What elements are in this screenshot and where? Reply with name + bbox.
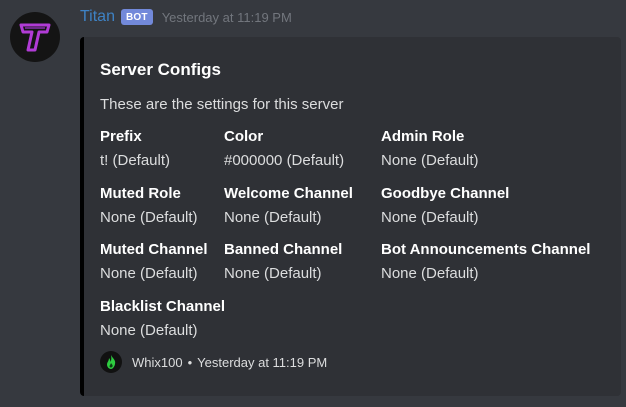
field-name: Bot Announcements Channel <box>381 241 591 258</box>
field-value: t! (Default) <box>100 152 171 169</box>
field-name: Admin Role <box>381 128 465 145</box>
field-bot-announcements-channel: Bot Announcements Channel None (Default) <box>381 239 590 285</box>
field-name: Prefix <box>100 128 142 145</box>
field-muted-channel: Muted Channel None (Default) <box>100 239 208 285</box>
footer-author: Whix100 <box>132 354 183 370</box>
message-timestamp[interactable]: Yesterday at 11:19 PM <box>162 10 292 25</box>
field-value: None (Default) <box>381 265 479 282</box>
footer-separator: • <box>187 354 193 370</box>
embed-description: These are the settings for this server <box>100 96 344 113</box>
titan-logo-icon <box>19 23 51 52</box>
field-name: Muted Channel <box>100 241 208 258</box>
field-value: None (Default) <box>381 152 479 169</box>
field-name: Color <box>224 128 264 145</box>
field-value: None (Default) <box>224 265 322 282</box>
field-value: None (Default) <box>100 209 198 226</box>
field-muted-role: Muted Role None (Default) <box>100 183 198 229</box>
field-goodbye-channel: Goodbye Channel None (Default) <box>381 183 509 229</box>
field-value: #000000 (Default) <box>224 152 345 169</box>
field-name: Muted Role <box>100 185 181 202</box>
author-name[interactable]: Titan <box>80 8 115 26</box>
field-value: None (Default) <box>100 265 198 282</box>
bot-avatar[interactable] <box>10 12 60 62</box>
field-name: Welcome Channel <box>224 185 353 202</box>
field-name: Banned Channel <box>224 241 343 258</box>
field-welcome-channel: Welcome Channel None (Default) <box>224 183 353 229</box>
green-flame-icon <box>107 355 116 369</box>
field-blacklist-channel: Blacklist Channel None (Default) <box>100 296 225 342</box>
field-name: Goodbye Channel <box>381 185 510 202</box>
field-banned-channel: Banned Channel None (Default) <box>224 239 342 285</box>
embed-footer: Whix100 • Yesterday at 11:19 PM <box>100 351 327 373</box>
footer-avatar <box>100 351 122 373</box>
field-value: None (Default) <box>100 322 198 339</box>
field-admin-role: Admin Role None (Default) <box>381 126 479 172</box>
embed-card: Server Configs These are the settings fo… <box>80 37 621 396</box>
message-header: Titan BOT Yesterday at 11:19 PM <box>80 8 292 26</box>
field-value: None (Default) <box>224 209 322 226</box>
field-name: Blacklist Channel <box>100 298 226 315</box>
field-prefix: Prefix t! (Default) <box>100 126 170 172</box>
embed-title: Server Configs <box>100 60 221 79</box>
field-color: Color #000000 (Default) <box>224 126 344 172</box>
field-value: None (Default) <box>381 209 479 226</box>
bot-badge: BOT <box>120 9 153 25</box>
footer-timestamp: Yesterday at 11:19 PM <box>197 354 328 370</box>
